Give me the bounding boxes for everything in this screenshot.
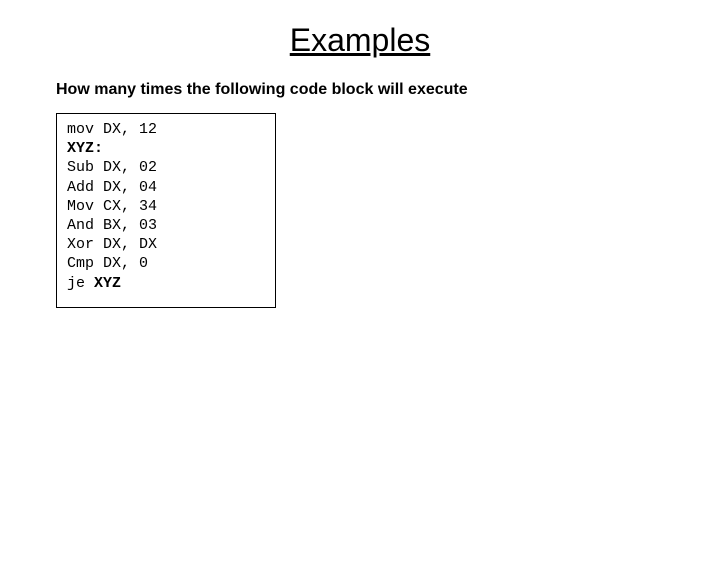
code-line: Mov CX, 34 <box>67 198 157 215</box>
code-block: mov DX, 12 XYZ: Sub DX, 02 Add DX, 04 Mo… <box>67 120 265 293</box>
code-label-ref: XYZ <box>94 275 121 292</box>
code-line: And BX, 03 <box>67 217 157 234</box>
code-label: XYZ: <box>67 140 103 157</box>
code-line: je <box>67 275 94 292</box>
code-line: Add DX, 04 <box>67 179 157 196</box>
code-line: mov DX, 12 <box>67 121 157 138</box>
code-box: mov DX, 12 XYZ: Sub DX, 02 Add DX, 04 Mo… <box>56 113 276 308</box>
slide: Examples How many times the following co… <box>0 22 720 562</box>
page-title: Examples <box>0 22 720 59</box>
code-line: Sub DX, 02 <box>67 159 157 176</box>
code-line: Xor DX, DX <box>67 236 157 253</box>
code-line: Cmp DX, 0 <box>67 255 148 272</box>
question-text: How many times the following code block … <box>56 81 720 99</box>
